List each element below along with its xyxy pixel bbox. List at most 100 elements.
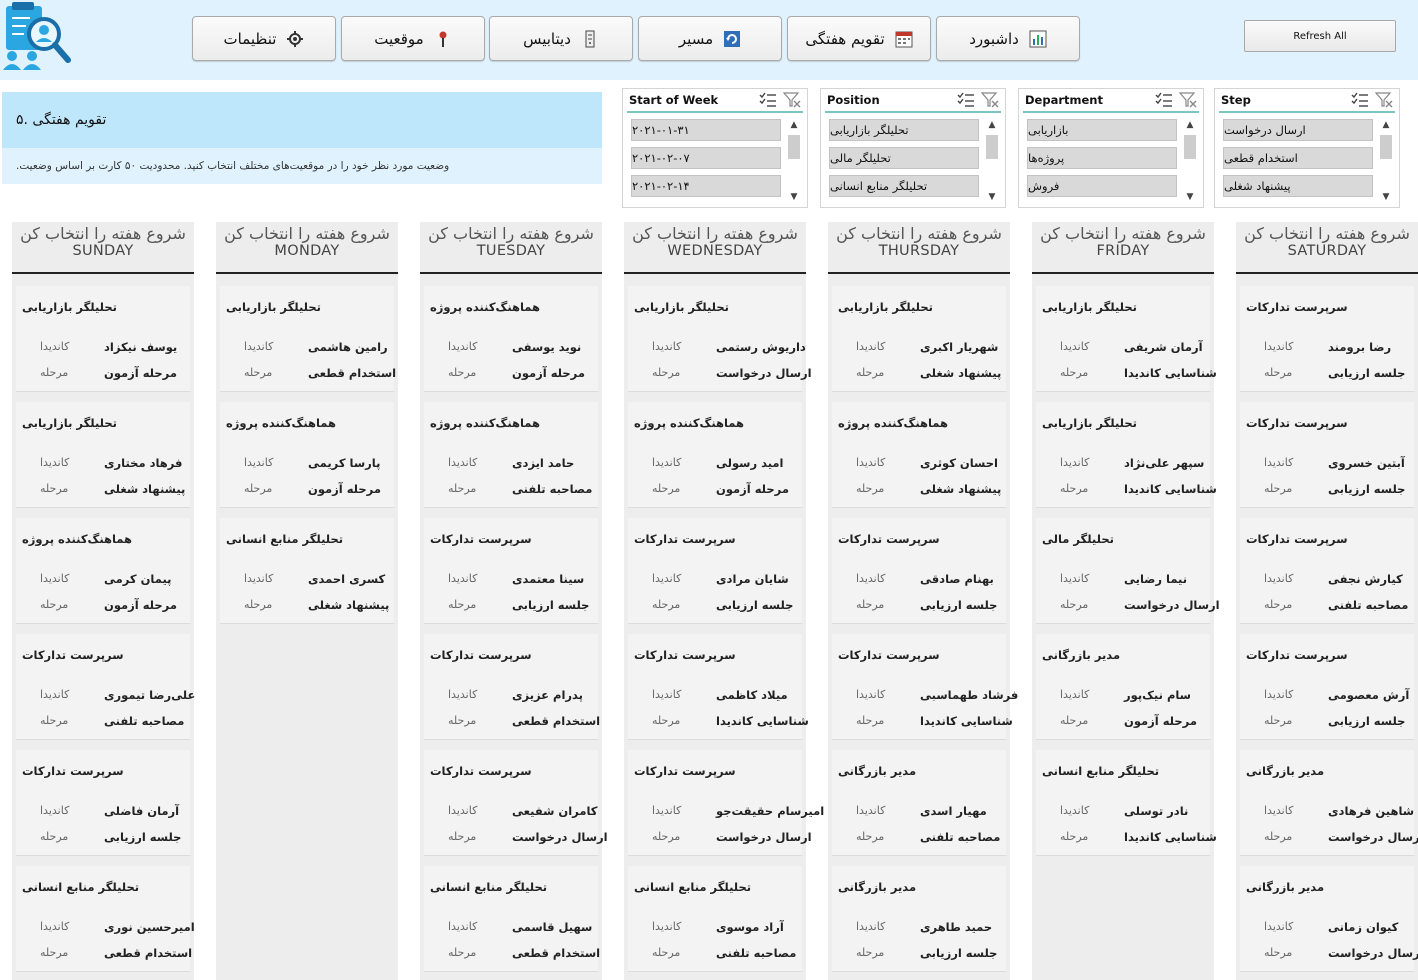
candidate-card[interactable]: سرپرست تدارکات کاندیدا آرمان فاضلی مرحله جلس… [16, 750, 190, 856]
candidate-card[interactable]: سرپرست تدارکات کاندیدا کامران شفیعی مرحله ار… [424, 750, 608, 856]
day-column-header: شروع هفته را انتخاب کن FRIDAY [1032, 222, 1214, 274]
nav-database-button[interactable]: دیتابیس [489, 16, 633, 61]
candidate-card[interactable]: هماهنگ‌کننده پروژه کاندیدا پیمان کرمی مرحله… [16, 518, 190, 624]
slicer-item[interactable]: پروژه‌ها [1027, 147, 1177, 169]
refresh-all-button[interactable]: Refresh All [1244, 20, 1396, 52]
card-step-label: مرحله [856, 598, 885, 611]
card-step-value: استخدام قطعی [512, 946, 601, 960]
card-candidate-name: سهیل قاسمی [512, 920, 593, 934]
candidate-card[interactable]: مدیر بازرگانی کاندیدا شاهین فرهادی مرحله ارس… [1240, 750, 1418, 856]
candidate-card[interactable]: مدیر بازرگانی کاندیدا مهیار اسدی مرحله مصاحب… [832, 750, 1006, 856]
candidate-card[interactable]: تحلیلگر مالی کاندیدا نیما رضایی مرحله ارسال … [1036, 518, 1220, 624]
scroll-down-icon[interactable]: ▼ [985, 191, 999, 203]
scroll-thumb[interactable] [986, 135, 998, 159]
scroll-thumb[interactable] [1184, 135, 1196, 159]
slicer-item[interactable]: بازاریابی [1027, 119, 1177, 141]
scroll-thumb[interactable] [1380, 135, 1392, 159]
slicer-title: Step [1221, 93, 1251, 107]
candidate-card[interactable]: تحلیلگر منابع انسانی کاندیدا امیرحسین نوری… [16, 866, 195, 972]
slicer-item[interactable]: تحلیلگر منابع انسانی [829, 175, 979, 197]
scroll-up-icon[interactable]: ▲ [985, 119, 999, 131]
nav-path-button[interactable]: مسیر [638, 16, 782, 61]
scroll-up-icon[interactable]: ▲ [1183, 119, 1197, 131]
candidate-card[interactable]: تحلیلگر بازاریابی کاندیدا شهریار اکبری مرحل… [832, 286, 1006, 392]
candidate-card[interactable]: مدیر بازرگانی کاندیدا کیوان زمانی مرحله ارسا… [1240, 866, 1418, 972]
candidate-card[interactable]: سرپرست تدارکات کاندیدا میلاد کاظمی مرحله شنا… [628, 634, 809, 740]
candidate-card[interactable]: سرپرست تدارکات کاندیدا شایان مرادی مرحله جلس… [628, 518, 802, 624]
candidate-card[interactable]: مدیر بازرگانی کاندیدا سام نیک‌پور مرحله مرحل… [1036, 634, 1210, 740]
clear-filter-icon[interactable] [783, 92, 801, 108]
slicer-scrollbar[interactable]: ▲ ▼ [985, 119, 999, 203]
slicer-item[interactable]: ۲۰۲۱-۰۱-۳۱ [631, 119, 781, 141]
slicer-scrollbar[interactable]: ▲ ▼ [1183, 119, 1197, 203]
day-column-wednesday: شروع هفته را انتخاب کن WEDNESDAY تحلیلگر ب… [624, 222, 824, 980]
card-candidate-row: کاندیدا نیما رضایی [1036, 572, 1210, 590]
slicer-item[interactable]: ۲۰۲۱-۰۲-۰۷ [631, 147, 781, 169]
candidate-card[interactable]: تحلیلگر منابع انسانی کاندیدا سهیل قاسمی مرح… [424, 866, 601, 972]
scroll-up-icon[interactable]: ▲ [787, 119, 801, 131]
candidate-card[interactable]: تحلیلگر بازاریابی کاندیدا رامین هاشمی مرحله… [220, 286, 396, 392]
scroll-down-icon[interactable]: ▼ [1183, 191, 1197, 203]
slicer-item[interactable]: تحلیلگر مالی [829, 147, 979, 169]
clear-filter-icon[interactable] [981, 92, 999, 108]
candidate-card[interactable]: تحلیلگر بازاریابی کاندیدا آرمان شریفی مرحله… [1036, 286, 1217, 392]
candidate-card[interactable]: سرپرست تدارکات کاندیدا آرش معصومی مرحله جلسه… [1240, 634, 1414, 740]
candidate-card[interactable]: سرپرست تدارکات کاندیدا فرشاد طهماسبی مرحله ش… [832, 634, 1018, 740]
scroll-down-icon[interactable]: ▼ [1379, 191, 1393, 203]
multi-select-icon[interactable] [1155, 92, 1173, 108]
candidate-card[interactable]: هماهنگ‌کننده پروژه کاندیدا احسان کوثری مرحل… [832, 402, 1006, 508]
candidate-card[interactable]: هماهنگ‌کننده پروژه کاندیدا حامد ایزدی مرحله… [424, 402, 598, 508]
card-step-row: مرحله استخدام قطعی [16, 946, 192, 964]
card-candidate-label: کاندیدا [856, 920, 886, 933]
candidate-card[interactable]: سرپرست تدارکات کاندیدا پدرام عزیزی مرحله است… [424, 634, 600, 740]
candidate-card[interactable]: هماهنگ‌کننده پروژه کاندیدا نوید یوسفی مرحله… [424, 286, 598, 392]
candidate-card[interactable]: سرپرست تدارکات کاندیدا امیرسام حقیقت‌جو مرح… [628, 750, 824, 856]
candidate-card[interactable]: تحلیلگر منابع انسانی کاندیدا کسری احمدی مرح… [220, 518, 394, 624]
scroll-down-icon[interactable]: ▼ [787, 191, 801, 203]
slicer-item[interactable]: تحلیلگر بازاریابی [829, 119, 979, 141]
candidate-card[interactable]: سرپرست تدارکات کاندیدا آبتین خسروی مرحله جلس… [1240, 402, 1414, 508]
candidate-card[interactable]: سرپرست تدارکات کاندیدا سینا معتمدی مرحله جلس… [424, 518, 598, 624]
nav-dashboard-button[interactable]: داشبورد [936, 16, 1080, 61]
candidate-card[interactable]: تحلیلگر بازاریابی کاندیدا داریوش رستمی مرحل… [628, 286, 812, 392]
card-step-row: مرحله مصاحبه تلفنی [424, 482, 598, 500]
card-candidate-name: سام نیک‌پور [1124, 688, 1191, 702]
card-step-value: ارسال درخواست [1124, 598, 1220, 612]
candidate-card[interactable]: هماهنگ‌کننده پروژه کاندیدا پارسا کریمی مرحل… [220, 402, 394, 508]
candidate-card[interactable]: تحلیلگر بازاریابی کاندیدا سپهر علی‌نژاد مرح… [1036, 402, 1217, 508]
candidate-card[interactable]: مدیر بازرگانی کاندیدا حمید طاهری مرحله جلسه … [832, 866, 1006, 972]
top-navigation-bar: تنظیمات موقعیت دیتابیس مسیر تقویم هفتگی … [0, 0, 1418, 80]
candidate-card[interactable]: تحلیلگر بازاریابی کاندیدا یوسف نیکزاد مرحله… [16, 286, 190, 392]
card-step-label: مرحله [652, 714, 681, 727]
clear-filter-icon[interactable] [1179, 92, 1197, 108]
candidate-card[interactable]: هماهنگ‌کننده پروژه کاندیدا امید رسولی مرحله… [628, 402, 802, 508]
slicer-scrollbar[interactable]: ▲ ▼ [787, 119, 801, 203]
day-column-dayname: SUNDAY [72, 243, 134, 259]
multi-select-icon[interactable] [1351, 92, 1369, 108]
nav-position-button[interactable]: موقعیت [341, 16, 485, 61]
card-candidate-name: کامران شفیعی [512, 804, 598, 818]
candidate-card[interactable]: سرپرست تدارکات کاندیدا رضا برومند مرحله جلسه… [1240, 286, 1414, 392]
slicer-item[interactable]: استخدام قطعی [1223, 147, 1373, 169]
slicer-item[interactable]: فروش [1027, 175, 1177, 197]
candidate-card[interactable]: تحلیلگر بازاریابی کاندیدا فرهاد مختاری مرحل… [16, 402, 190, 508]
multi-select-icon[interactable] [759, 92, 777, 108]
scroll-up-icon[interactable]: ▲ [1379, 119, 1393, 131]
multi-select-icon[interactable] [957, 92, 975, 108]
day-column-dayname: THURSDAY [878, 243, 960, 259]
slicer-item[interactable]: ارسال درخواست [1223, 119, 1373, 141]
candidate-card[interactable]: سرپرست تدارکات کاندیدا بهنام صادقی مرحله جلس… [832, 518, 1006, 624]
slicer-item[interactable]: پیشنهاد شغلی [1223, 175, 1373, 197]
card-candidate-label: کاندیدا [1264, 340, 1294, 353]
candidate-card[interactable]: سرپرست تدارکات کاندیدا کیارش نجفی مرحله مصاح… [1240, 518, 1414, 624]
slicer-item[interactable]: ۲۰۲۱-۰۲-۱۴ [631, 175, 781, 197]
card-candidate-row: کاندیدا پیمان کرمی [16, 572, 190, 590]
candidate-card[interactable]: تحلیلگر منابع انسانی کاندیدا آراد موسوی مرح… [628, 866, 802, 972]
nav-weekly-calendar-button[interactable]: تقویم هفتگی [787, 16, 931, 61]
candidate-card[interactable]: سرپرست تدارکات کاندیدا علی‌رضا تیموری مرحله… [16, 634, 195, 740]
clear-filter-icon[interactable] [1375, 92, 1393, 108]
candidate-card[interactable]: تحلیلگر منابع انسانی کاندیدا نادر توسلی مرح… [1036, 750, 1217, 856]
nav-settings-button[interactable]: تنظیمات [192, 16, 336, 61]
slicer-scrollbar[interactable]: ▲ ▼ [1379, 119, 1393, 203]
scroll-thumb[interactable] [788, 135, 800, 159]
